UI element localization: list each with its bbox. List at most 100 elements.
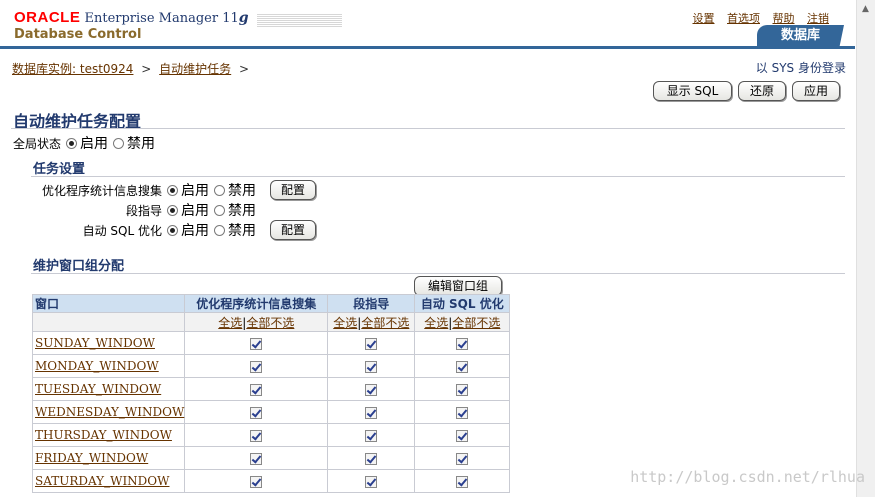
optimizer-stats-checkbox[interactable] xyxy=(250,337,263,350)
product-name: Enterprise Manager 11 xyxy=(84,11,239,26)
optimizer-stats-checkbox[interactable] xyxy=(250,383,263,396)
sql-tuning-select-cell: 全选|全部不选 xyxy=(414,312,511,332)
task-settings-divider xyxy=(31,176,845,177)
segment-advisor-checkbox[interactable] xyxy=(365,406,378,419)
window-link[interactable]: WEDNESDAY_WINDOW xyxy=(35,405,184,419)
table-row: FRIDAY_WINDOW xyxy=(31,446,511,470)
sql-tuning-checkbox[interactable] xyxy=(456,452,469,465)
optimizer-stats-configure-button[interactable]: 配置 xyxy=(270,180,316,200)
settings-link[interactable]: 设置 xyxy=(693,12,715,25)
task-row-segment-advisor: 段指导 启用 禁用 xyxy=(30,200,256,220)
sql-tuning-checkbox[interactable] xyxy=(456,360,469,373)
optimizer-stats-disable-radio[interactable] xyxy=(214,184,225,196)
segment-advisor-select-all-link[interactable]: 全选 xyxy=(333,316,357,330)
task-row-optimizer-stats: 优化程序统计信息搜集 启用 禁用 xyxy=(30,180,256,200)
select-all-row: 全选|全部不选 全选|全部不选 全选|全部不选 xyxy=(31,312,511,332)
sql-tuning-disable-label: 禁用 xyxy=(228,223,256,239)
global-status-label: 全局状态 xyxy=(13,136,62,151)
preferences-link[interactable]: 首选项 xyxy=(727,12,760,25)
table-row: TUESDAY_WINDOW xyxy=(31,377,511,401)
select-row-empty-cell xyxy=(31,312,186,332)
table-row: MONDAY_WINDOW xyxy=(31,354,511,378)
window-name-cell: SUNDAY_WINDOW xyxy=(31,331,186,355)
show-sql-button[interactable]: 显示 SQL xyxy=(653,81,732,101)
brand-logo: ORACLE Enterprise Manager 11g Database C… xyxy=(14,9,249,42)
window-link[interactable]: FRIDAY_WINDOW xyxy=(35,451,148,465)
window-link[interactable]: TUESDAY_WINDOW xyxy=(35,382,161,396)
header-stripes xyxy=(257,14,342,27)
task-label: 段指导 xyxy=(125,203,162,218)
task-settings-title: 任务设置 xyxy=(33,162,86,177)
segment-advisor-enable-radio[interactable] xyxy=(167,204,178,216)
segment-advisor-checkbox[interactable] xyxy=(365,452,378,465)
optimizer-stats-select-cell: 全选|全部不选 xyxy=(184,312,329,332)
global-status-disable-label: 禁用 xyxy=(127,136,156,152)
optimizer-stats-checkbox[interactable] xyxy=(250,452,263,465)
tab-bar-line xyxy=(0,46,855,49)
optimizer-stats-checkbox[interactable] xyxy=(250,360,263,373)
sql-tuning-checkbox[interactable] xyxy=(456,429,469,442)
segment-advisor-disable-label: 禁用 xyxy=(228,203,256,219)
vertical-scrollbar[interactable]: ▲ xyxy=(856,0,875,497)
table-row: SUNDAY_WINDOW xyxy=(31,331,511,355)
sql-tuning-enable-radio[interactable] xyxy=(167,224,178,236)
optimizer-stats-checkbox[interactable] xyxy=(250,406,263,419)
segment-advisor-checkbox[interactable] xyxy=(365,429,378,442)
window-name-cell: MONDAY_WINDOW xyxy=(31,354,186,378)
optimizer-stats-select-all-link[interactable]: 全选 xyxy=(218,316,242,330)
sql-tuning-disable-radio[interactable] xyxy=(214,224,225,236)
window-link[interactable]: THURSDAY_WINDOW xyxy=(35,428,172,442)
task-row-sql-tuning: 自动 SQL 优化 启用 禁用 xyxy=(30,220,256,240)
breadcrumb-maintenance-tasks[interactable]: 自动维护任务 xyxy=(159,62,231,76)
sql-tuning-checkbox[interactable] xyxy=(456,383,469,396)
table-row: WEDNESDAY_WINDOW xyxy=(31,400,511,424)
optimizer-stats-enable-label: 启用 xyxy=(181,183,209,199)
optimizer-stats-select-none-link[interactable]: 全部不选 xyxy=(246,316,294,330)
window-link[interactable]: SATURDAY_WINDOW xyxy=(35,474,169,488)
sql-tuning-checkbox[interactable] xyxy=(456,475,469,488)
global-status-enable-label: 启用 xyxy=(80,136,109,152)
help-link[interactable]: 帮助 xyxy=(773,12,795,25)
product-suffix: g xyxy=(238,10,249,26)
segment-advisor-checkbox[interactable] xyxy=(365,337,378,350)
optimizer-stats-checkbox[interactable] xyxy=(250,475,263,488)
segment-advisor-disable-radio[interactable] xyxy=(214,204,225,216)
global-status-disable-radio[interactable] xyxy=(113,137,125,149)
edit-window-group-button[interactable]: 编辑窗口组 xyxy=(414,276,502,296)
column-header-optimizer-stats: 优化程序统计信息搜集 xyxy=(184,294,329,313)
window-link[interactable]: MONDAY_WINDOW xyxy=(35,359,159,373)
window-link[interactable]: SUNDAY_WINDOW xyxy=(35,336,155,350)
window-name-cell: SATURDAY_WINDOW xyxy=(31,469,186,493)
tab-database[interactable]: 数据库 xyxy=(757,25,844,46)
column-header-window: 窗口 xyxy=(31,294,186,313)
sql-tuning-select-all-link[interactable]: 全选 xyxy=(424,316,448,330)
revert-button[interactable]: 还原 xyxy=(738,81,786,101)
segment-advisor-checkbox[interactable] xyxy=(365,383,378,396)
sql-tuning-configure-button[interactable]: 配置 xyxy=(270,220,316,240)
subproduct-name: Database Control xyxy=(14,27,142,42)
sql-tuning-select-none-link[interactable]: 全部不选 xyxy=(452,316,500,330)
optimizer-stats-enable-radio[interactable] xyxy=(167,184,178,196)
column-header-segment-advisor: 段指导 xyxy=(327,294,416,313)
table-row: THURSDAY_WINDOW xyxy=(31,423,511,447)
global-links: 设置 首选项 帮助 注销 xyxy=(684,10,830,26)
scroll-up-icon[interactable]: ▲ xyxy=(858,2,873,17)
window-group-divider xyxy=(31,273,845,274)
sql-tuning-enable-label: 启用 xyxy=(181,223,209,239)
global-status-enable-radio[interactable] xyxy=(66,137,78,149)
segment-advisor-checkbox[interactable] xyxy=(365,475,378,488)
logout-link[interactable]: 注销 xyxy=(807,12,829,25)
sql-tuning-checkbox[interactable] xyxy=(456,406,469,419)
column-header-sql-tuning: 自动 SQL 优化 xyxy=(414,294,511,313)
sql-tuning-checkbox[interactable] xyxy=(456,337,469,350)
window-name-cell: TUESDAY_WINDOW xyxy=(31,377,186,401)
table-header-row: 窗口 优化程序统计信息搜集 段指导 自动 SQL 优化 xyxy=(31,294,511,313)
window-name-cell: FRIDAY_WINDOW xyxy=(31,446,186,470)
segment-advisor-select-none-link[interactable]: 全部不选 xyxy=(361,316,409,330)
apply-button[interactable]: 应用 xyxy=(792,81,840,101)
optimizer-stats-disable-label: 禁用 xyxy=(228,183,256,199)
oracle-logo: ORACLE xyxy=(14,9,81,26)
breadcrumb-db-instance[interactable]: 数据库实例: test0924 xyxy=(12,62,133,76)
segment-advisor-checkbox[interactable] xyxy=(365,360,378,373)
optimizer-stats-checkbox[interactable] xyxy=(250,429,263,442)
